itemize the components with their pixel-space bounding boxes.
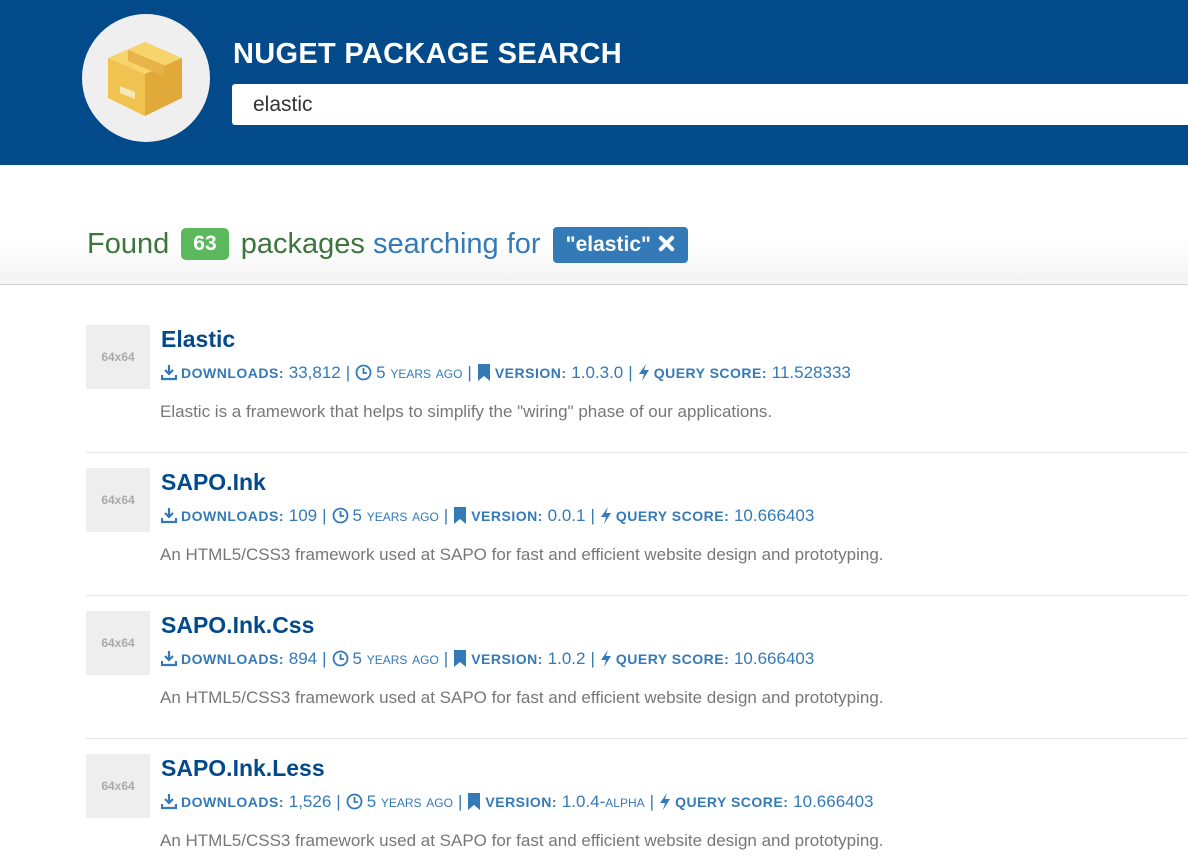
- clock-icon: [346, 792, 367, 811]
- age-value: 5 years ago: [366, 792, 453, 811]
- result-item: 64x64 SAPO.Ink DOWNLOADS: 109 | 5 years ag…: [86, 452, 1188, 596]
- downloads-value: 894: [288, 649, 318, 668]
- downloads-label: DOWNLOADS:: [181, 651, 284, 667]
- package-meta: DOWNLOADS: 1,526 | 5 years ago | VERSION: 1.…: [160, 791, 874, 813]
- result-count-badge: 63: [181, 228, 229, 260]
- query-score-label: QUERY SCORE:: [653, 365, 768, 381]
- bookmark-icon: [453, 649, 471, 668]
- age-value: 5 years ago: [352, 649, 439, 668]
- query-score-label: QUERY SCORE:: [615, 651, 730, 667]
- downloads-label: DOWNLOADS:: [181, 794, 284, 810]
- query-score-value: 10.666403: [793, 792, 874, 811]
- logo: [82, 14, 210, 142]
- result-item: 64x64 Elastic DOWNLOADS: 33,812 | 5 years …: [86, 325, 1188, 468]
- packages-label: packages: [240, 228, 365, 260]
- results-summary-band: Found 63 packages searching for "elastic…: [0, 165, 1188, 285]
- app-title: NUGET PACKAGE SEARCH: [233, 38, 622, 70]
- package-name-link[interactable]: SAPO.Ink: [161, 468, 266, 496]
- clock-icon: [355, 363, 376, 382]
- downloads-value: 109: [288, 506, 318, 525]
- package-description: Elastic is a framework that helps to sim…: [160, 402, 773, 421]
- result-item: 64x64 SAPO.Ink.Less DOWNLOADS: 1,526 | 5 y…: [86, 738, 1188, 866]
- download-icon: [160, 506, 181, 525]
- query-text: "elastic": [565, 233, 651, 256]
- version-label: VERSION:: [485, 794, 558, 810]
- clock-icon: [332, 649, 353, 668]
- version-label: VERSION:: [471, 651, 543, 667]
- package-description: An HTML5/CSS3 framework used at SAPO for…: [160, 831, 884, 850]
- query-score-label: QUERY SCORE:: [675, 794, 789, 810]
- download-icon: [160, 649, 181, 668]
- downloads-value: 33,812: [288, 363, 341, 382]
- bookmark-icon: [453, 506, 471, 525]
- bolt-icon: [600, 649, 616, 668]
- header: NUGET PACKAGE SEARCH: [0, 0, 1188, 165]
- download-icon: [160, 363, 181, 382]
- bolt-icon: [659, 792, 675, 811]
- result-item: 64x64 SAPO.Ink.Css DOWNLOADS: 894 | 5 year…: [86, 595, 1188, 739]
- query-score-value: 10.666403: [733, 649, 815, 668]
- searching-for-label: searching for: [372, 228, 541, 260]
- close-icon[interactable]: [657, 229, 676, 265]
- download-icon: [160, 792, 181, 811]
- query-badge: "elastic": [552, 227, 688, 265]
- downloads-label: DOWNLOADS:: [181, 365, 284, 381]
- package-thumbnail: 64x64: [86, 468, 150, 532]
- found-label: Found: [87, 228, 170, 260]
- search-input[interactable]: [232, 84, 1188, 125]
- package-thumbnail: 64x64: [86, 325, 150, 389]
- package-name-link[interactable]: Elastic: [161, 325, 235, 353]
- bookmark-icon: [467, 792, 485, 811]
- bolt-icon: [600, 506, 616, 525]
- version-value: 1.0.4-alpha: [561, 792, 645, 811]
- query-score-label: QUERY SCORE:: [615, 508, 730, 524]
- package-meta: DOWNLOADS: 894 | 5 years ago | VERSION: 1.0.…: [160, 648, 815, 670]
- clock-icon: [332, 506, 353, 525]
- version-label: VERSION:: [494, 365, 567, 381]
- package-name-link[interactable]: SAPO.Ink.Css: [161, 611, 314, 639]
- query-score-value: 10.666403: [733, 506, 815, 525]
- query-score-value: 11.528333: [771, 363, 851, 382]
- version-label: VERSION:: [471, 508, 543, 524]
- downloads-label: DOWNLOADS:: [181, 508, 284, 524]
- package-thumbnail: 64x64: [86, 754, 150, 818]
- package-box-icon: [108, 42, 182, 116]
- package-description: An HTML5/CSS3 framework used at SAPO for…: [160, 545, 884, 564]
- results-summary: Found 63 packages searching for "elastic…: [87, 227, 688, 263]
- bookmark-icon: [477, 363, 495, 382]
- age-value: 5 years ago: [376, 363, 463, 382]
- package-meta: DOWNLOADS: 33,812 | 5 years ago | VERSION: 1…: [160, 362, 851, 384]
- package-thumbnail: 64x64: [86, 611, 150, 675]
- downloads-value: 1,526: [288, 792, 332, 811]
- version-value: 1.0.3.0: [571, 363, 624, 382]
- package-meta: DOWNLOADS: 109 | 5 years ago | VERSION: 0.0.…: [160, 505, 815, 527]
- version-value: 1.0.2: [547, 649, 586, 668]
- package-description: An HTML5/CSS3 framework used at SAPO for…: [160, 688, 884, 707]
- bolt-icon: [638, 363, 654, 382]
- version-value: 0.0.1: [547, 506, 586, 525]
- age-value: 5 years ago: [352, 506, 439, 525]
- package-name-link[interactable]: SAPO.Ink.Less: [161, 754, 325, 782]
